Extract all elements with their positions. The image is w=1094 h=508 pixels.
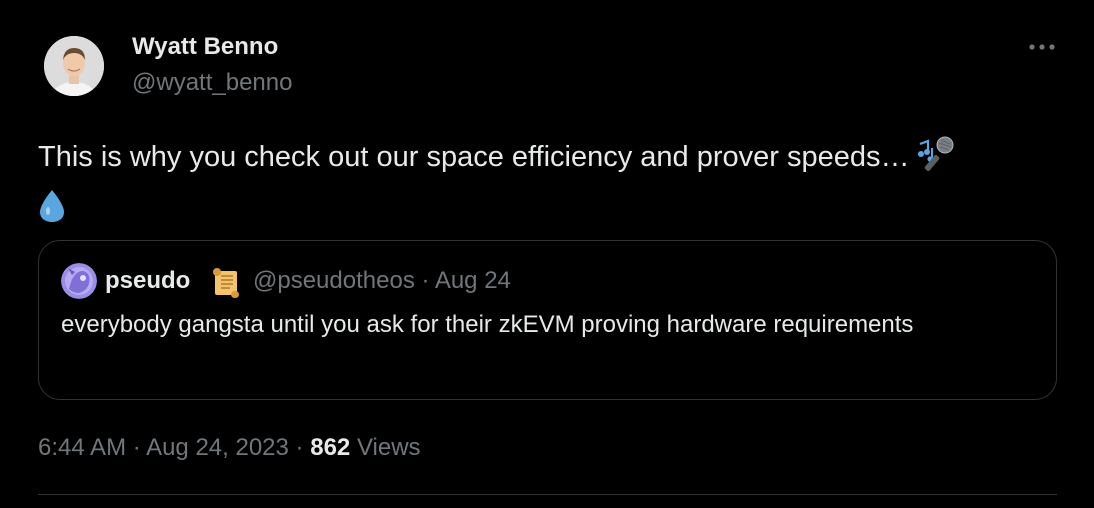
quote-author-handle[interactable]: @pseudotheos	[253, 267, 415, 294]
more-dots-icon	[1029, 44, 1055, 50]
meta-separator: ·	[295, 434, 304, 461]
quote-separator: ·	[421, 267, 430, 294]
tweet-text-body: This is why you check out our space effi…	[38, 141, 910, 173]
quote-author-name[interactable]: pseudo	[105, 267, 190, 295]
quote-text: everybody gangsta until you ask for thei…	[61, 311, 914, 338]
views-label: Views	[356, 434, 421, 461]
scroll-emoji	[211, 265, 241, 299]
tweet-meta: 6:44 AM · Aug 24, 2023 · 862 Views	[38, 432, 421, 464]
quote-meta: @pseudotheos · Aug 24	[253, 267, 511, 295]
author-handle[interactable]: @wyatt_benno	[132, 69, 292, 97]
droplet-emoji	[38, 184, 1048, 224]
author-avatar-image	[44, 36, 104, 96]
views-count: 862	[310, 434, 351, 461]
tweet-time[interactable]: 6:44 AM	[38, 434, 126, 461]
divider	[38, 494, 1057, 495]
tweet-text: This is why you check out our space effi…	[38, 136, 1048, 224]
quote-date[interactable]: Aug 24	[435, 267, 511, 294]
tweet-date[interactable]: Aug 24, 2023	[146, 434, 289, 461]
quote-avatar-image	[61, 263, 97, 299]
quoted-tweet-card[interactable]: pseudo @pseudotheos · Aug 24 everybody g…	[38, 240, 1057, 400]
quote-author-avatar[interactable]	[61, 263, 97, 299]
meta-separator: ·	[132, 434, 141, 461]
more-options-button[interactable]	[1022, 32, 1062, 62]
author-name[interactable]: Wyatt Benno	[132, 33, 278, 61]
author-avatar[interactable]	[44, 36, 104, 96]
microphone-music-emoji	[916, 136, 954, 182]
tweet: Wyatt Benno @wyatt_benno This is why you…	[0, 0, 1094, 508]
